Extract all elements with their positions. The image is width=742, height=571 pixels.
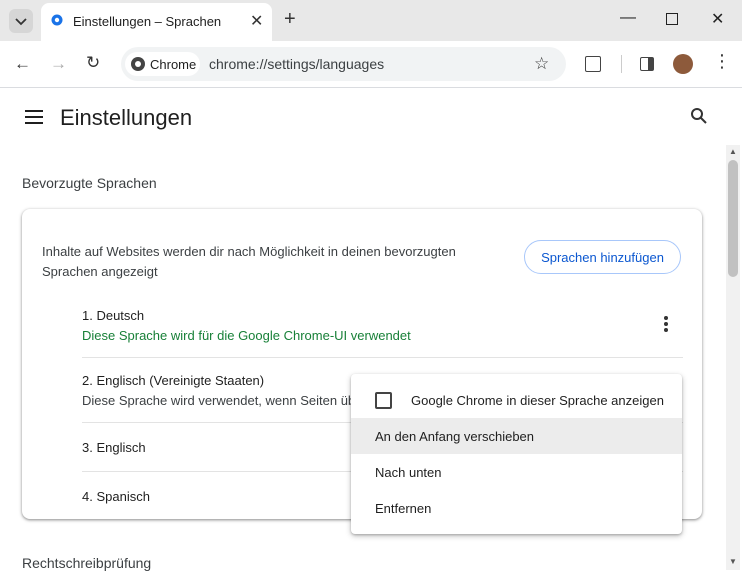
site-chip-label: Chrome [150,57,197,72]
url-text[interactable]: chrome://settings/languages [209,56,384,72]
menu-item-move-down[interactable]: Nach unten [351,454,682,490]
menu-item-move-to-top[interactable]: An den Anfang verschieben [351,418,682,454]
scrollbar-thumb[interactable] [728,160,738,277]
scroll-down-icon[interactable]: ▼ [729,557,737,566]
menu-item-label: Entfernen [375,501,432,516]
chevron-down-icon [15,18,27,26]
tab-title: Einstellungen – Sprachen [73,14,222,29]
menu-item-show-ui-language[interactable]: Google Chrome in dieser Sprache anzeigen [351,382,682,418]
menu-dots-icon[interactable]: ⋮ [713,52,731,70]
more-actions-icon[interactable] [658,315,674,338]
minimize-icon[interactable]: — [620,9,636,27]
extensions-icon[interactable] [585,56,601,72]
section-heading-spellcheck: Rechtschreibprüfung [22,555,152,571]
menu-item-label: An den Anfang verschieben [375,429,535,444]
scroll-up-icon[interactable]: ▲ [729,147,737,156]
language-note: Diese Sprache wird für die Google Chrome… [82,328,411,343]
card-description: Inhalte auf Websites werden dir nach Mög… [42,244,456,279]
forward-icon[interactable]: → [50,54,67,74]
menu-item-label: Google Chrome in dieser Sprache anzeigen [411,393,664,408]
page-title: Einstellungen [60,105,193,130]
window-close-icon[interactable]: ✕ [711,9,724,29]
list-divider [82,357,683,358]
hamburger-menu-icon[interactable] [25,110,43,129]
show-ui-checkbox[interactable] [375,392,392,409]
avatar[interactable] [673,54,693,74]
menu-item-remove[interactable]: Entfernen [351,490,682,526]
section-heading-preferred-languages: Bevorzugte Sprachen [22,175,157,191]
language-name: 3. Englisch [82,440,146,455]
maximize-icon[interactable] [666,13,678,25]
reload-icon[interactable]: ↻ [86,53,100,73]
back-icon[interactable]: ← [14,54,31,74]
tab-search-button[interactable] [9,9,33,33]
gear-icon [50,13,64,32]
search-icon[interactable] [690,107,708,130]
language-name: 2. Englisch (Vereinigte Staaten) [82,373,265,388]
language-name: 4. Spanisch [82,489,150,504]
side-panel-icon[interactable] [640,57,654,71]
add-languages-button[interactable]: Sprachen hinzufügen [524,240,681,274]
toolbar-divider [621,55,622,73]
chrome-logo-icon [131,57,145,71]
tab-close-icon[interactable]: ✕ [250,11,263,31]
menu-item-label: Nach unten [375,465,442,480]
new-tab-button[interactable]: + [284,8,296,31]
language-name: 1. Deutsch [82,308,145,323]
bookmark-star-icon[interactable]: ☆ [534,54,549,74]
